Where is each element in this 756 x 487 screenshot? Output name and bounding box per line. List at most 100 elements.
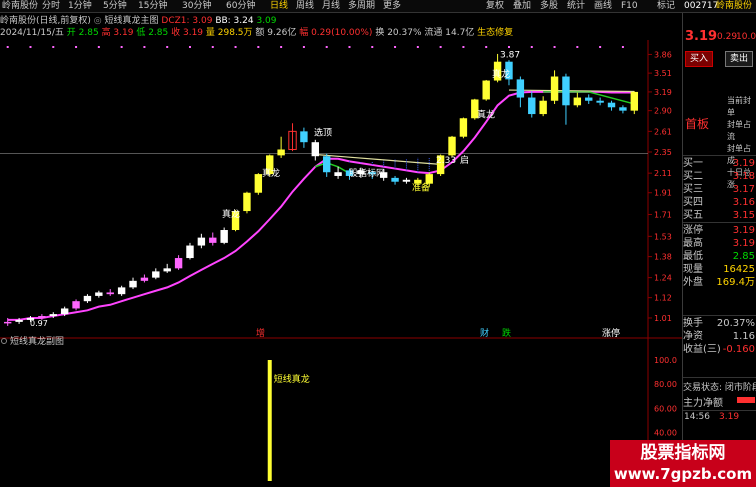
period-tab-7[interactable]: 周线 bbox=[296, 0, 314, 13]
watermark-title: 股票指标网 bbox=[640, 443, 726, 463]
label-zhenlong: 真龙 bbox=[222, 208, 240, 220]
top-marker bbox=[348, 46, 351, 48]
candle-body bbox=[140, 277, 149, 281]
quote-row-value: 3.19 bbox=[732, 225, 755, 236]
top-marker bbox=[97, 46, 100, 48]
candle-body bbox=[300, 131, 308, 143]
candle-body bbox=[277, 149, 285, 156]
axis-tick-label: 1.01 bbox=[654, 314, 672, 323]
sector-label[interactable]: 生态修复 bbox=[477, 28, 513, 38]
high-label: 高 3.19 bbox=[101, 28, 134, 38]
quote-row-value: -0.160 bbox=[722, 344, 755, 355]
divider bbox=[683, 222, 756, 223]
ma-green-segment bbox=[315, 161, 350, 175]
tool-button-3[interactable]: 统计 bbox=[567, 0, 585, 13]
label-price-low: 0.97 bbox=[30, 319, 48, 328]
quote-row: 最高 3.19 bbox=[683, 238, 756, 250]
axis-tick-label: 1.91 bbox=[654, 189, 672, 198]
sell-button[interactable]: 卖出 bbox=[725, 51, 753, 67]
tool-button-2[interactable]: 多股 bbox=[540, 0, 558, 13]
last-price: 3.19 bbox=[685, 29, 718, 44]
buy-button[interactable]: 买入 bbox=[685, 51, 713, 67]
period-tab-5[interactable]: 60分钟 bbox=[226, 0, 255, 13]
period-tab-8[interactable]: 月线 bbox=[322, 0, 340, 13]
candle-body bbox=[95, 292, 103, 296]
top-marker bbox=[485, 46, 488, 48]
period-toolbar: 岭南股份 分时 1分钟 5分钟 15分钟 30分钟 60分钟 日线 周线 月线 多周期 更多 复权 叠加… bbox=[0, 0, 682, 13]
stock-code: 002717 bbox=[684, 1, 719, 11]
period-tab-2[interactable]: 5分钟 bbox=[103, 0, 127, 13]
label-zhunbei: 准备 bbox=[412, 182, 430, 194]
tool-button-1[interactable]: 叠加 bbox=[513, 0, 531, 13]
quote-row: 最低 2.85 bbox=[683, 251, 756, 263]
quote-row-label: 买二 bbox=[683, 171, 703, 182]
sub-axis-label: 100.0 bbox=[654, 356, 677, 365]
period-tab-4[interactable]: 30分钟 bbox=[182, 0, 211, 13]
divider bbox=[683, 315, 756, 316]
quote-row: 买五 3.15 bbox=[683, 210, 756, 222]
float-label: 流通 14.7亿 bbox=[424, 28, 475, 38]
top-marker bbox=[52, 46, 55, 48]
candle-body bbox=[448, 136, 456, 156]
candle-body bbox=[528, 97, 536, 115]
info-line-1: 岭南股份(日线,前复权) ◎ 短线真龙主图 DCZ1: 3.09 BB: 3.2… bbox=[0, 15, 682, 27]
sub-indicator-title: 短线真龙副图 bbox=[10, 335, 64, 347]
quote-row: 换手 20.37% bbox=[683, 318, 756, 330]
top-marker bbox=[234, 46, 237, 48]
label-xuanding: 选顶 bbox=[314, 126, 332, 138]
quote-row-value: 3.17 bbox=[732, 184, 755, 195]
quote-row-value: 2.85 bbox=[732, 251, 755, 262]
period-tab-9[interactable]: 多周期 bbox=[348, 0, 375, 13]
watermark-logo: 股票指标网 www.7gpzb.com bbox=[610, 440, 756, 487]
candle-body bbox=[322, 156, 331, 173]
quote-row-value: 3.19 bbox=[732, 238, 755, 249]
tool-button-5[interactable]: F10 bbox=[621, 0, 638, 13]
sub-axis-label: 80.00 bbox=[654, 380, 677, 389]
axis-tick-label: 1.53 bbox=[654, 232, 672, 241]
quote-row-label: 最低 bbox=[683, 251, 703, 262]
top-marker bbox=[188, 46, 191, 48]
top-marker bbox=[599, 46, 602, 48]
axis-tick-label: 1.12 bbox=[654, 294, 672, 303]
tool-button-4[interactable]: 画线 bbox=[594, 0, 612, 13]
quote-row: 现量 16425 bbox=[683, 264, 756, 276]
amount-label: 额 9.26亿 bbox=[255, 28, 297, 38]
label-price-mid: 2.33 bbox=[436, 156, 456, 166]
tool-button-6[interactable]: 标记 bbox=[657, 0, 675, 13]
candle-body bbox=[619, 107, 627, 111]
quote-row-label: 涨停 bbox=[683, 225, 703, 236]
board-tag: 首板 bbox=[685, 117, 710, 131]
top-marker bbox=[439, 46, 442, 48]
close-label: 收 3.19 bbox=[171, 28, 204, 38]
kline-chart[interactable]: 选顶真龙真龙真龙真龙股指标网准备3.870.972.33 启增财跌涨停 3.863… bbox=[0, 40, 682, 487]
candle-body bbox=[334, 172, 342, 176]
volume-label: 量 298.5万 bbox=[205, 28, 253, 38]
top-marker bbox=[416, 46, 419, 48]
tool-button-0[interactable]: 复权 bbox=[486, 0, 504, 13]
period-tab-10[interactable]: 更多 bbox=[383, 0, 401, 13]
period-tab-1[interactable]: 1分钟 bbox=[68, 0, 92, 13]
period-tab-3[interactable]: 15分钟 bbox=[138, 0, 167, 13]
candle-body bbox=[402, 179, 411, 182]
quote-row-label: 买五 bbox=[683, 210, 703, 221]
period-tab-0[interactable]: 分时 bbox=[42, 0, 60, 13]
indicator-name[interactable]: 短线真龙主图 bbox=[105, 16, 159, 26]
candle-body bbox=[38, 316, 46, 318]
label-cai: 财 bbox=[480, 327, 489, 339]
ma-polyline bbox=[7, 90, 635, 321]
top-marker bbox=[29, 46, 32, 48]
sub-indicator-label: 短线真龙 bbox=[274, 373, 310, 385]
sub-axis-label: 40.00 bbox=[654, 429, 677, 438]
candle-body bbox=[186, 245, 194, 259]
stock-name-right: 岭南股份 bbox=[716, 1, 753, 11]
quote-row: 买一 3.19 bbox=[683, 158, 756, 170]
candle-body bbox=[106, 292, 114, 295]
top-marker bbox=[394, 46, 397, 48]
quote-row-label: 现量 bbox=[683, 264, 703, 275]
quote-row: 买四 3.16 bbox=[683, 197, 756, 209]
period-tab-6[interactable]: 日线 bbox=[270, 0, 288, 13]
candle-body bbox=[15, 319, 23, 322]
candle-body bbox=[197, 237, 206, 246]
quote-row-label: 最高 bbox=[683, 238, 703, 249]
candle-body bbox=[459, 118, 468, 137]
